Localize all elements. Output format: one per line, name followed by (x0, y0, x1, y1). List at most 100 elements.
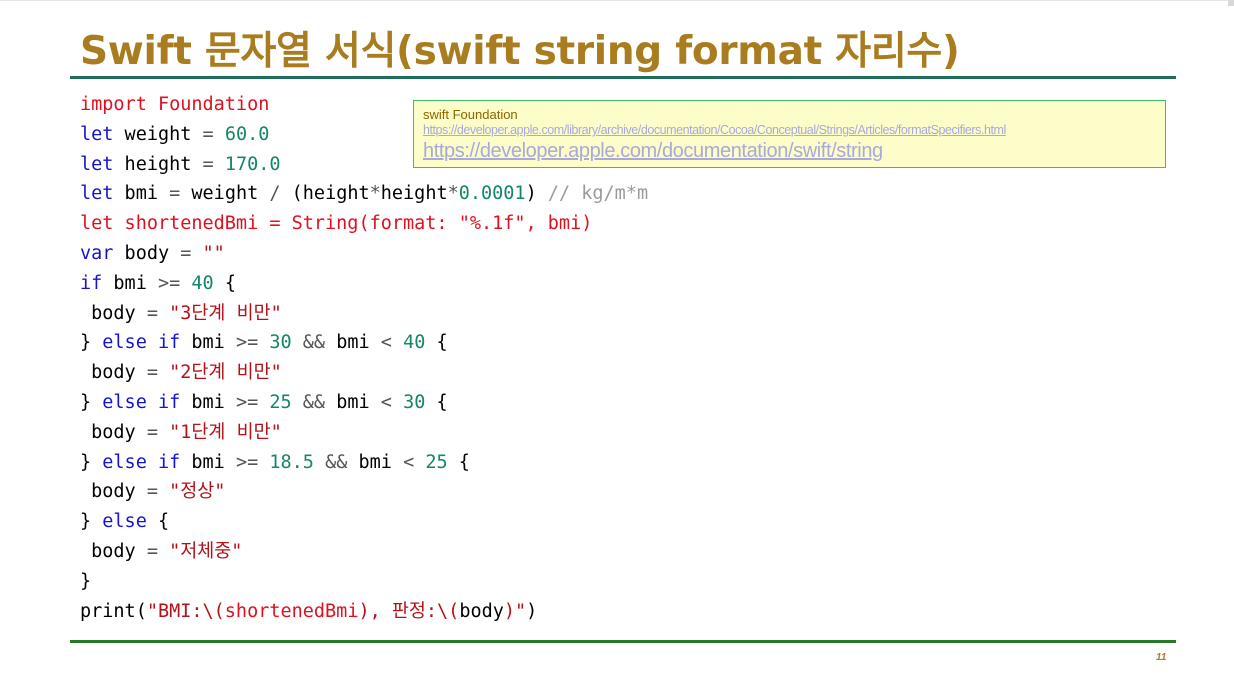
code-token: >= (235, 332, 259, 354)
code-token: 40 (191, 272, 214, 294)
code-token: var (80, 242, 114, 264)
code-token: bmi (325, 332, 381, 354)
code-line: if bmi >= 40 { (80, 269, 648, 299)
code-token: body (80, 302, 147, 324)
code-token: * (447, 183, 459, 205)
code-line: print("BMI:\(shortenedBmi), 판정:\(body)") (80, 597, 648, 627)
code-token: if (80, 272, 103, 294)
code-token: = (180, 242, 192, 264)
reference-box: swift Foundation https://developer.apple… (413, 100, 1166, 168)
code-token: else (102, 511, 147, 533)
code-token: * (369, 183, 381, 205)
title-divider (70, 76, 1176, 79)
code-block: import Foundation let weight = 60.0 let he… (80, 90, 648, 626)
code-line: var body = "" (80, 239, 648, 269)
code-line: body = "1단계 비만" (80, 418, 648, 448)
code-token: } (80, 511, 103, 533)
code-token: bmi (180, 391, 236, 413)
code-token: = (202, 123, 214, 145)
code-token: bmi (180, 332, 236, 354)
code-token: "정상" (169, 481, 226, 503)
code-token: 60.0 (224, 123, 270, 145)
code-token: "" (202, 242, 225, 264)
code-token: ) (526, 600, 538, 622)
code-token: "저체중" (169, 540, 243, 562)
code-token: = (146, 302, 158, 324)
code-token: 40 (403, 332, 426, 354)
code-token: = (146, 362, 158, 384)
code-line: body = "3단계 비만" (80, 299, 648, 329)
code-token: } (80, 332, 103, 354)
code-token: ) (525, 183, 548, 205)
code-token: && (325, 451, 348, 473)
code-line: } else { (80, 507, 648, 537)
slide-title: Swift 문자열 서식(swift string format 자리수) (80, 29, 960, 74)
reference-link-swift-string[interactable]: https://developer.apple.com/documentatio… (423, 139, 1156, 163)
code-token: "BMI:\( (146, 600, 225, 622)
code-token: < (380, 391, 392, 413)
code-token: bmi (180, 451, 236, 473)
code-token: >= (235, 451, 259, 473)
code-token: = (146, 421, 158, 443)
code-token: height (380, 183, 448, 205)
code-token: && (302, 332, 326, 354)
code-token: < (403, 451, 415, 473)
code-token: else if (102, 332, 181, 354)
reference-link-format-specifiers[interactable]: https://developer.apple.com/library/arch… (423, 122, 1156, 139)
code-token: = (146, 540, 158, 562)
code-token: } (80, 391, 103, 413)
code-token: else if (102, 391, 181, 413)
code-token: { (425, 391, 448, 413)
footer-divider (70, 640, 1176, 643)
code-token: ), 판정:\( (358, 600, 460, 622)
code-token: } (80, 570, 92, 592)
code-token: 30 (269, 332, 292, 354)
code-token: 25 (425, 451, 448, 473)
code-token: 30 (403, 391, 426, 413)
code-token: // kg/m*m (547, 183, 649, 205)
code-token: let (80, 153, 114, 175)
reference-title: swift Foundation (423, 107, 518, 122)
code-token: >= (157, 272, 181, 294)
code-token: { (213, 272, 236, 294)
code-token: body (80, 540, 147, 562)
code-token: height (113, 153, 203, 175)
code-token: bmi (325, 391, 381, 413)
code-token: weight (180, 183, 270, 205)
code-token: )" (503, 600, 527, 622)
code-token: bmi (347, 451, 404, 473)
code-token: 0.0001 (458, 183, 526, 205)
corner-mark (1228, 0, 1234, 6)
code-token: weight (113, 123, 203, 145)
code-token: && (302, 391, 326, 413)
code-token: } (80, 451, 103, 473)
code-token: body (459, 600, 504, 622)
code-line: body = "저체중" (80, 537, 648, 567)
code-token: body (80, 421, 147, 443)
code-token: (height (280, 183, 370, 205)
code-token: >= (235, 391, 259, 413)
code-token: = (202, 153, 214, 175)
code-token: < (380, 332, 392, 354)
code-token: = (146, 481, 158, 503)
code-line: let bmi = weight / (height*height*0.0001… (80, 179, 648, 209)
code-token: else if (102, 451, 181, 473)
code-line: } else if bmi >= 25 && bmi < 30 { (80, 388, 648, 418)
code-token: body (80, 362, 147, 384)
code-token: 18.5 (269, 451, 314, 473)
